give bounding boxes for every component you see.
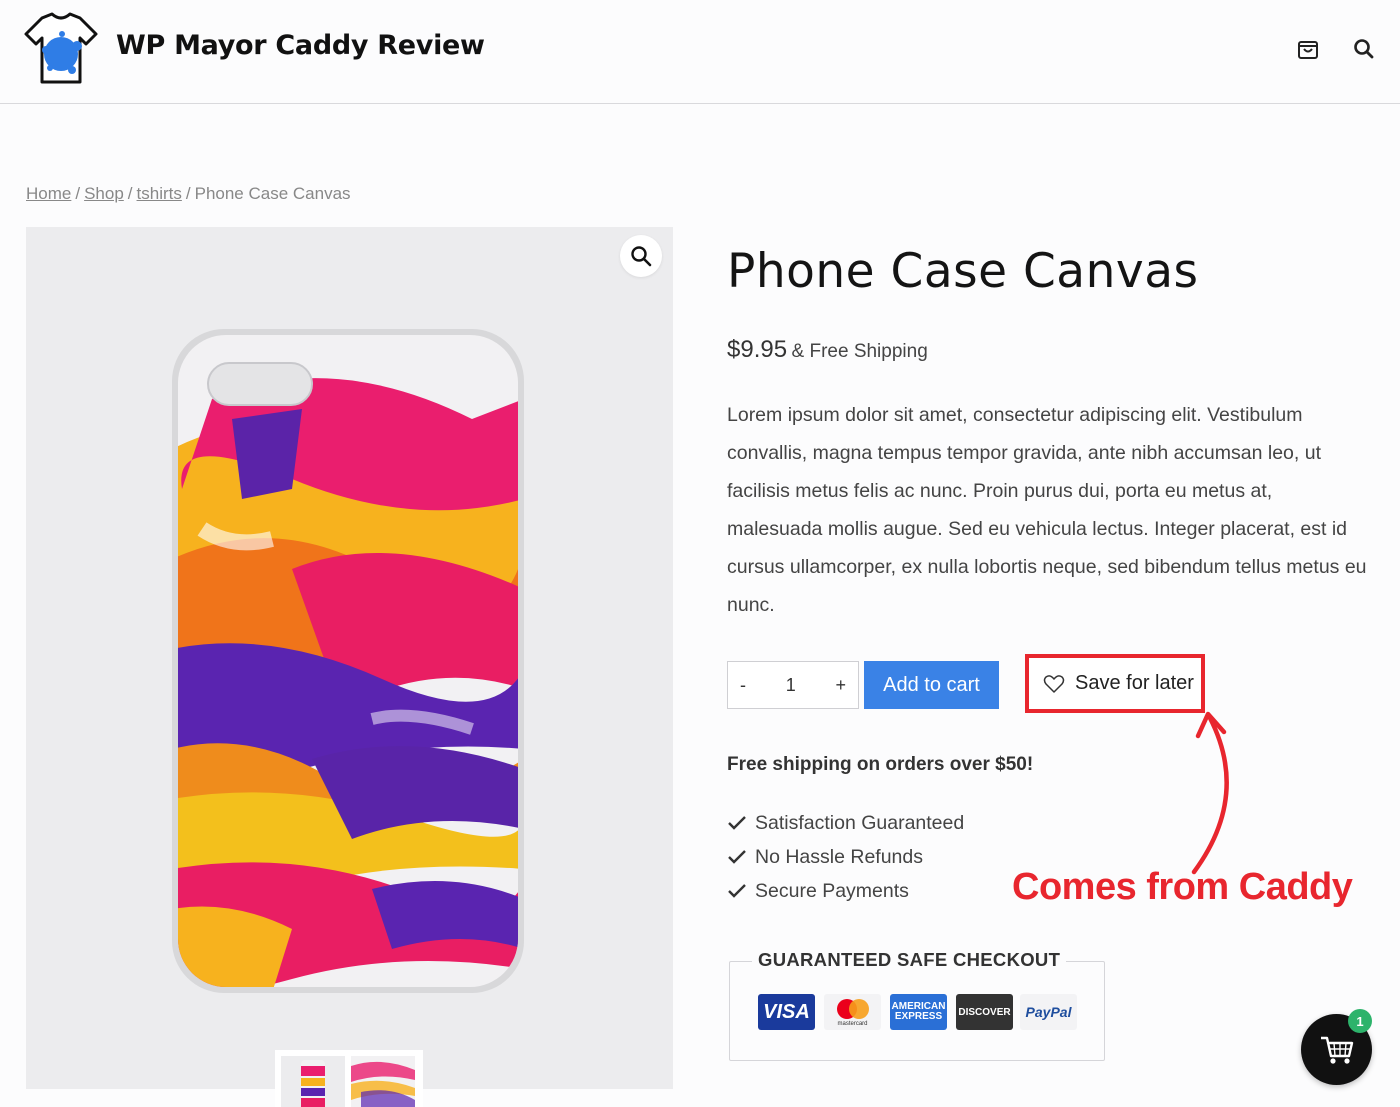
quantity-increment-button[interactable]: + xyxy=(835,675,846,696)
visa-icon: VISA xyxy=(758,994,815,1030)
save-for-later-label: Save for later xyxy=(1075,672,1194,694)
zoom-button[interactable] xyxy=(620,235,662,277)
safe-checkout-title: GUARANTEED SAFE CHECKOUT xyxy=(752,949,1067,971)
thumbnail-front[interactable] xyxy=(281,1056,345,1107)
quantity-input[interactable]: 1 xyxy=(786,675,796,696)
feature-item: Satisfaction Guaranteed xyxy=(727,806,964,840)
breadcrumb-current: Phone Case Canvas xyxy=(194,184,351,203)
product-price: $9.95 xyxy=(727,336,788,363)
checkmark-icon xyxy=(728,816,746,830)
product-image-phone-case[interactable] xyxy=(172,329,524,993)
mastercard-icon: mastercard xyxy=(824,994,881,1030)
product-title: Phone Case Canvas xyxy=(727,244,1199,299)
site-title[interactable]: WP Mayor Caddy Review xyxy=(116,30,485,61)
feature-label: Satisfaction Guaranteed xyxy=(755,811,965,834)
save-for-later-button[interactable]: Save for later xyxy=(1025,654,1205,713)
heart-icon xyxy=(1043,674,1065,693)
annotation-label: Comes from Caddy xyxy=(1012,866,1353,908)
feature-item: No Hassle Refunds xyxy=(727,840,964,874)
breadcrumb-separator: / xyxy=(185,184,191,203)
breadcrumb-link-shop[interactable]: Shop xyxy=(84,184,124,203)
breadcrumb-separator: / xyxy=(75,184,81,203)
site-header: WP Mayor Caddy Review xyxy=(0,0,1400,104)
shopping-cart-icon xyxy=(1320,1036,1353,1064)
annotation-arrow xyxy=(1191,711,1229,875)
thumbnail-closeup[interactable] xyxy=(351,1056,415,1107)
price-shipping-note: & Free Shipping xyxy=(791,341,928,362)
magnifier-icon xyxy=(631,246,652,267)
search-icon[interactable] xyxy=(1351,36,1377,62)
price-line: $9.95 & Free Shipping xyxy=(727,336,928,364)
breadcrumb-link-home[interactable]: Home xyxy=(26,184,71,203)
paypal-icon: PayPal xyxy=(1020,994,1077,1030)
add-to-cart-button[interactable]: Add to cart xyxy=(864,661,999,709)
quantity-stepper: - 1 + xyxy=(727,661,859,709)
feature-list: Satisfaction Guaranteed No Hassle Refund… xyxy=(727,806,964,908)
checkmark-icon xyxy=(728,884,746,898)
free-shipping-notice: Free shipping on orders over $50! xyxy=(727,754,1034,775)
checkmark-icon xyxy=(728,850,746,864)
breadcrumb-link-tshirts[interactable]: tshirts xyxy=(137,184,182,203)
tshirt-logo-icon[interactable] xyxy=(22,10,100,88)
feature-label: Secure Payments xyxy=(755,879,909,902)
gallery-thumbnails xyxy=(275,1050,423,1107)
cart-count-badge: 1 xyxy=(1348,1009,1372,1033)
shopping-bag-icon[interactable] xyxy=(1295,36,1321,62)
product-gallery xyxy=(26,227,673,1089)
discover-icon: DISCOVER xyxy=(956,994,1013,1030)
mastercard-circles-icon xyxy=(836,999,869,1019)
feature-label: No Hassle Refunds xyxy=(755,845,923,868)
feature-item: Secure Payments xyxy=(727,874,964,908)
breadcrumb-separator: / xyxy=(127,184,133,203)
quantity-decrement-button[interactable]: - xyxy=(740,675,746,696)
american-express-icon: AMERICAN EXPRESS xyxy=(890,994,947,1030)
breadcrumb: Home / Shop / tshirts / Phone Case Canvas xyxy=(26,184,351,204)
product-description: Lorem ipsum dolor sit amet, consectetur … xyxy=(727,404,1367,616)
